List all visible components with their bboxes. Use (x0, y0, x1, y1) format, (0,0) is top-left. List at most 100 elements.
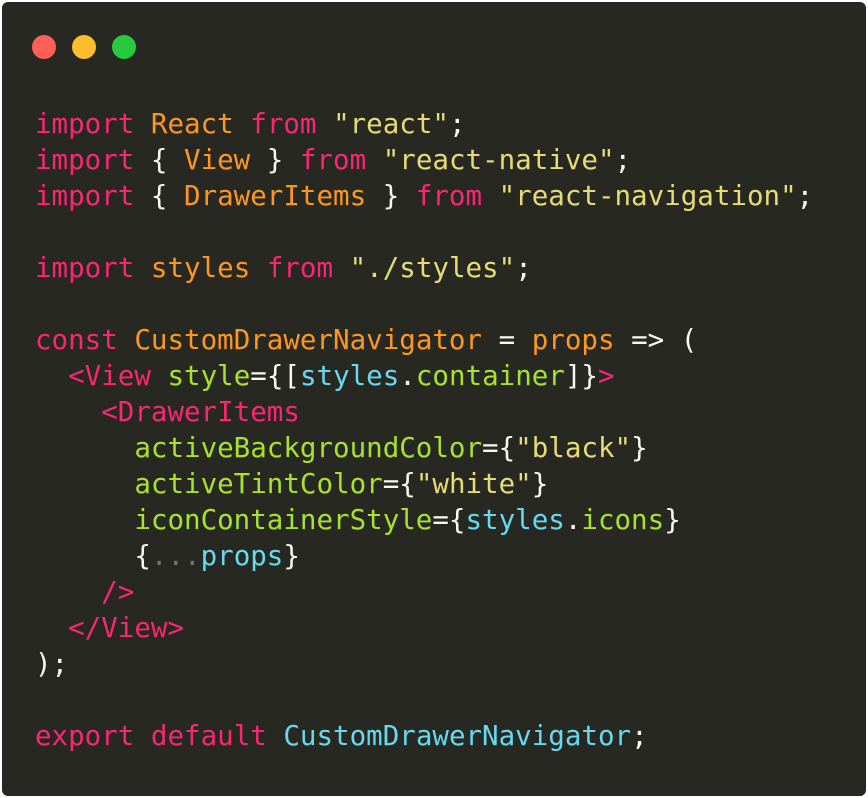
code-token-p (35, 504, 134, 536)
code-token-p (35, 612, 68, 644)
code-token-kw: import (35, 108, 135, 140)
code-token-fn: styles (299, 360, 400, 392)
code-token-id: props (531, 324, 615, 356)
code-line: <View style={[styles.container]}> (35, 358, 813, 394)
code-token-p (35, 432, 134, 464)
code-token-p (134, 108, 151, 140)
code-token-p (35, 396, 101, 428)
code-line: activeTintColor={"white"} (35, 466, 813, 502)
code-token-str: "react" (333, 108, 449, 140)
code-token-str: "black" (515, 432, 632, 464)
code-token-p (118, 324, 135, 356)
code-token-p: ; (448, 108, 466, 140)
minimize-dot-icon (72, 35, 96, 59)
code-line: const CustomDrawerNavigator = props => ( (35, 322, 813, 358)
code-token-kw: const (35, 324, 118, 356)
code-token-str: "./styles" (349, 252, 516, 284)
code-token-id: View (184, 144, 251, 176)
code-token-p: = (482, 324, 532, 356)
code-token-p: ; (631, 720, 648, 752)
code-token-p: } (250, 144, 300, 176)
code-line: import styles from "./styles"; (35, 250, 813, 286)
code-token-p: } (664, 504, 681, 536)
code-line: activeBackgroundColor={"black"} (35, 430, 813, 466)
code-token-attr: icons (581, 504, 665, 536)
code-line: /> (35, 574, 813, 610)
code-line: <DrawerItems (35, 394, 813, 430)
code-token-kw: from (415, 180, 483, 212)
code-token-kw: </View> (68, 612, 185, 644)
code-token-id: CustomDrawerNavigator (134, 324, 483, 356)
code-line: export default CustomDrawerNavigator; (35, 718, 813, 754)
code-token-str: "white" (415, 468, 532, 500)
code-line: {...props} (35, 538, 813, 574)
zoom-dot-icon (112, 35, 136, 59)
code-token-p: ={[ (250, 360, 300, 392)
code-token-kw: > (598, 360, 615, 392)
code-token-fn: CustomDrawerNavigator (283, 720, 632, 752)
code-line: import React from "react"; (35, 106, 813, 142)
code-token-kw: <View (68, 360, 151, 392)
code-token-p: ={ (382, 468, 416, 500)
code-token-kw: default (150, 720, 267, 752)
code-line: iconContainerStyle={styles.icons} (35, 502, 813, 538)
code-token-p (234, 108, 251, 140)
code-token-p: { (35, 540, 151, 572)
code-token-p: ={ (482, 432, 516, 464)
code-token-kw: from (266, 252, 334, 284)
code-token-p: } (531, 468, 549, 500)
code-line: import { DrawerItems } from "react-navig… (35, 178, 813, 214)
code-token-kw: /> (101, 576, 135, 608)
code-token-p: { (134, 180, 185, 212)
code-token-p: } (366, 180, 416, 212)
code-token-attr: activeBackgroundColor (134, 432, 483, 464)
code-token-p (35, 360, 68, 392)
code-token-fn: props (200, 540, 284, 572)
code-token-fn: styles (465, 504, 565, 536)
code-token-p (250, 252, 267, 284)
code-token-attr: iconContainerStyle (134, 504, 433, 536)
code-token-kw: import (35, 252, 135, 284)
code-token-str: "react-native" (382, 144, 615, 176)
code-token-p: => ( (614, 324, 698, 356)
code-token-p: . (399, 360, 416, 392)
code-token-p (134, 252, 151, 284)
code-token-id: DrawerItems (184, 180, 367, 212)
code-token-p: . (564, 504, 582, 536)
code-token-p: ]} (564, 360, 598, 392)
code-token-str: "react-navigation" (498, 180, 797, 212)
code-token-kw: export (35, 720, 135, 752)
code-token-kw: import (35, 180, 135, 212)
close-dot-icon (32, 35, 56, 59)
code-token-attr: activeTintColor (134, 468, 383, 500)
code-line: import { View } from "react-native"; (35, 142, 813, 178)
code-token-p: ; (614, 144, 632, 176)
code-token-p (35, 576, 101, 608)
code-line: ); (35, 646, 813, 682)
code-token-p (482, 180, 499, 212)
code-token-attr: style (167, 360, 251, 392)
code-block: import React from "react"; import { View … (35, 106, 813, 754)
code-token-p (267, 720, 284, 752)
code-token-attr: container (415, 360, 565, 392)
code-window: import React from "react"; import { View … (2, 2, 866, 796)
code-token-p: } (283, 540, 300, 572)
code-line: </View> (35, 610, 813, 646)
code-token-p (366, 144, 383, 176)
code-token-p: ={ (432, 504, 466, 536)
code-token-kw: from (250, 108, 317, 140)
code-token-kw: from (299, 144, 367, 176)
code-token-p: ); (35, 648, 69, 680)
code-token-p (317, 108, 334, 140)
code-token-id: React (150, 108, 234, 140)
code-token-p: ; (515, 252, 532, 284)
code-token-p: } (631, 432, 648, 464)
code-token-id: styles (150, 252, 251, 284)
code-token-p: { (134, 144, 185, 176)
code-token-kw: import (35, 144, 135, 176)
code-token-p (333, 252, 350, 284)
code-token-p (151, 360, 168, 392)
code-token-kw: <DrawerItems (101, 396, 300, 428)
